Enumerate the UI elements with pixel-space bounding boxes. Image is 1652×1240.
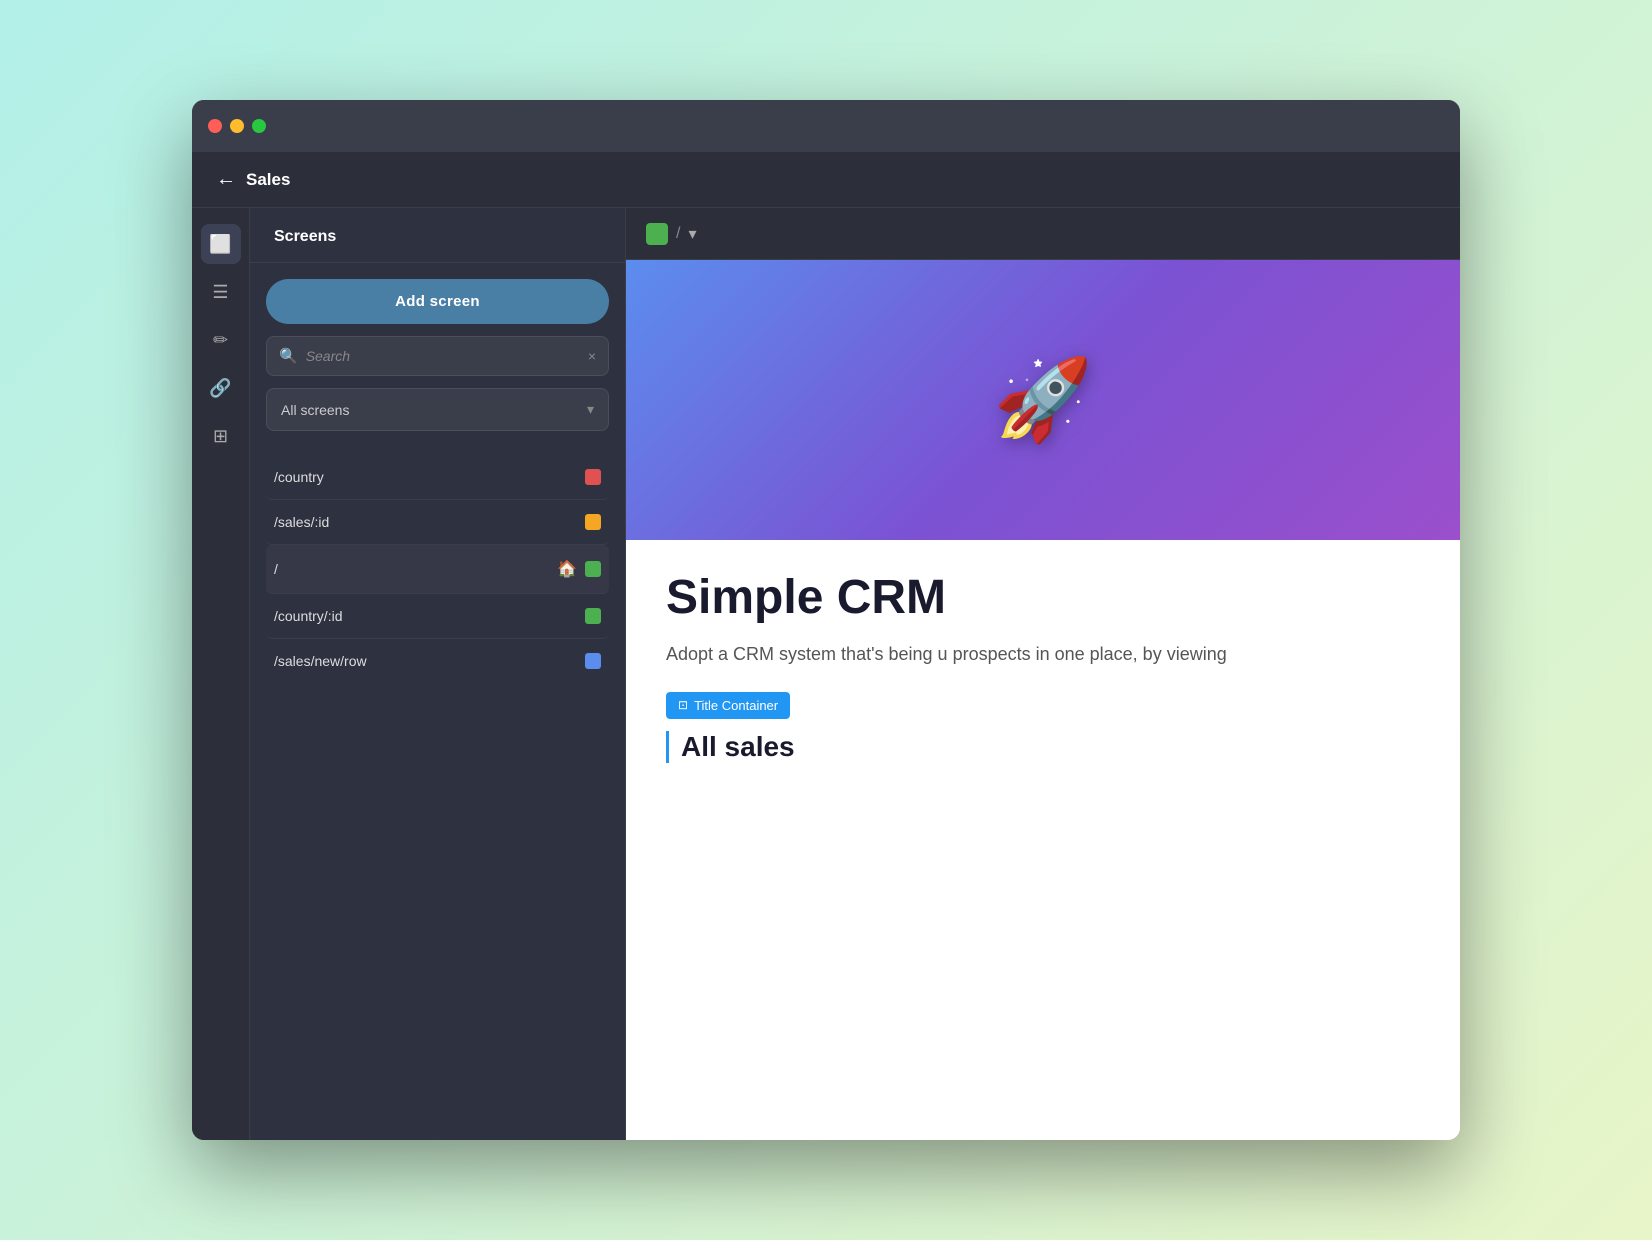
badge-label: Title Container (694, 698, 778, 713)
filter-dropdown[interactable]: All screens ▾ (266, 388, 609, 431)
table-icon: ⊞ (213, 426, 228, 447)
sidebar-item-link[interactable]: 🔗 (201, 368, 241, 408)
screen-name: /sales/new/row (274, 653, 585, 669)
toolbar-color-dot (646, 223, 668, 245)
search-input[interactable] (306, 348, 580, 364)
header: ← Sales (192, 152, 1460, 208)
search-clear-icon[interactable]: × (588, 348, 596, 364)
preview-area: / ▾ 🚀 Simple CRM Adopt a CRM system that… (626, 208, 1460, 1140)
toolbar-slash: / (676, 225, 680, 243)
app-title: Sales (246, 170, 290, 190)
app-title: Simple CRM (666, 572, 1420, 625)
app-preview: 🚀 Simple CRM Adopt a CRM system that's b… (626, 260, 1460, 1140)
all-sales-title: All sales (666, 731, 1420, 763)
add-screen-button[interactable]: Add screen (266, 279, 609, 324)
screen-name: /sales/:id (274, 514, 585, 530)
toolbar-dropdown[interactable]: ▾ (688, 224, 696, 244)
traffic-lights (208, 119, 266, 133)
screens-icon: ⬜ (209, 234, 231, 255)
sidebar-item-screens[interactable]: ⬜ (201, 224, 241, 264)
brush-icon: ✏ (213, 330, 228, 351)
filter-dropdown-label: All screens (281, 402, 587, 418)
badge-dashed-icon: ⊡ (678, 698, 688, 712)
preview-body: Simple CRM Adopt a CRM system that's bei… (626, 540, 1460, 1140)
home-icon: 🏠 (557, 559, 577, 579)
link-icon: 🔗 (209, 378, 231, 399)
screen-icons: 🏠 (557, 559, 601, 579)
chevron-down-icon: ▾ (688, 224, 696, 244)
screen-icons (585, 514, 601, 530)
screen-name: /country/:id (274, 608, 585, 624)
screens-controls: Add screen 🔍 × All screens ▾ (250, 263, 625, 447)
maximize-button[interactable] (252, 119, 266, 133)
icon-sidebar: ⬜ ☰ ✏ 🔗 ⊞ (192, 208, 250, 1140)
screen-color-dot (585, 469, 601, 485)
screen-item-country-id[interactable]: /country/:id (266, 594, 609, 639)
titlebar (192, 100, 1460, 152)
list-icon: ☰ (212, 282, 228, 303)
rocket-icon: 🚀 (993, 353, 1093, 447)
main-content: ⬜ ☰ ✏ 🔗 ⊞ Screens Add screen 🔍 (192, 208, 1460, 1140)
screens-panel: Screens Add screen 🔍 × All screens ▾ /co… (250, 208, 626, 1140)
preview-content: 🚀 Simple CRM Adopt a CRM system that's b… (626, 260, 1460, 1140)
screen-icons (585, 469, 601, 485)
app-description: Adopt a CRM system that's being u prospe… (666, 641, 1420, 668)
screen-item-sales-new-row[interactable]: /sales/new/row (266, 639, 609, 683)
screen-color-dot (585, 608, 601, 624)
chevron-down-icon: ▾ (587, 401, 594, 418)
back-arrow-icon: ← (216, 168, 236, 191)
screen-icons (585, 653, 601, 669)
screen-name: / (274, 561, 557, 577)
sidebar-item-list[interactable]: ☰ (201, 272, 241, 312)
screen-icons (585, 608, 601, 624)
preview-hero: 🚀 (626, 260, 1460, 540)
search-icon: 🔍 (279, 347, 298, 365)
screen-item-root[interactable]: / 🏠 (266, 545, 609, 594)
close-button[interactable] (208, 119, 222, 133)
screen-name: /country (274, 469, 585, 485)
screen-item-sales-id[interactable]: /sales/:id (266, 500, 609, 545)
app-window: ← Sales ⬜ ☰ ✏ 🔗 ⊞ Screens (192, 100, 1460, 1140)
screens-panel-title: Screens (250, 208, 625, 263)
back-button[interactable]: ← Sales (216, 168, 290, 191)
minimize-button[interactable] (230, 119, 244, 133)
sidebar-item-brush[interactable]: ✏ (201, 320, 241, 360)
screen-color-dot (585, 653, 601, 669)
title-container-badge: ⊡ Title Container (666, 692, 790, 719)
screen-list: /country /sales/:id / 🏠 (250, 447, 625, 691)
screen-color-dot (585, 561, 601, 577)
search-bar[interactable]: 🔍 × (266, 336, 609, 376)
sidebar-item-table[interactable]: ⊞ (201, 416, 241, 456)
preview-toolbar: / ▾ (626, 208, 1460, 260)
screen-color-dot (585, 514, 601, 530)
screen-item-country[interactable]: /country (266, 455, 609, 500)
